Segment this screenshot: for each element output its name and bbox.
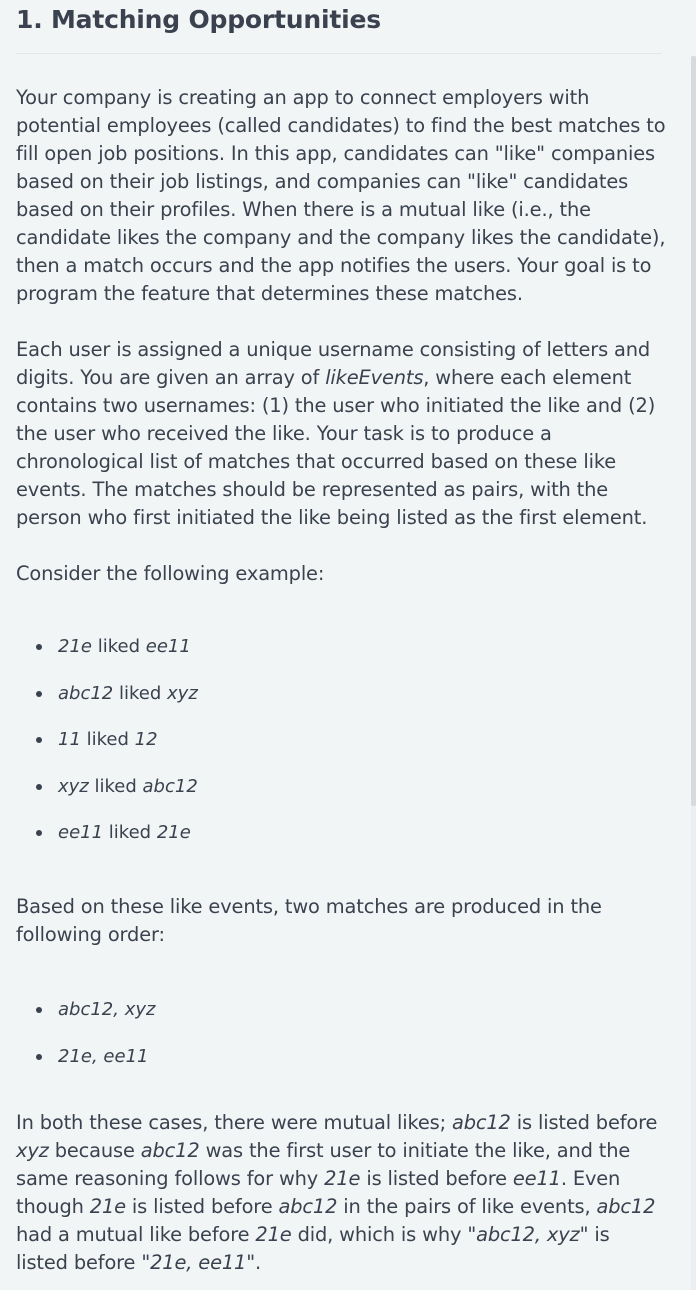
bullet-icon <box>36 737 42 744</box>
intro-paragraph: Your company is creating an app to conne… <box>16 86 666 305</box>
matches-intro: Based on these like events, two matches … <box>16 895 602 947</box>
like-events-list: 21e liked ee11 abc12 liked xyz 11 liked … <box>16 634 666 845</box>
list-item: ee11 liked 21e <box>16 820 666 845</box>
list-item: 21e liked ee11 <box>16 634 666 659</box>
page-title: 1. Matching Opportunities <box>16 5 381 34</box>
scrollbar-thumb[interactable] <box>691 56 696 806</box>
bullet-icon <box>36 644 42 650</box>
paragraph-text: , where each element contains two userna… <box>16 366 656 529</box>
list-item: xyz liked abc12 <box>16 774 666 799</box>
explanation-paragraph: In both these cases, there were mutual l… <box>16 1110 658 1274</box>
example-intro: Consider the following example: <box>16 562 325 585</box>
list-item: abc12, xyz <box>16 997 666 1022</box>
bullet-icon <box>36 1007 42 1014</box>
bullet-icon <box>36 1053 42 1060</box>
title-divider <box>16 53 662 54</box>
matches-list: abc12, xyz 21e, ee11 <box>16 997 666 1069</box>
like-events-term: likeEvents <box>325 366 424 389</box>
problem-statement: 1. Matching Opportunities Your company i… <box>16 0 666 1277</box>
input-description-paragraph: Each user is assigned a unique username … <box>16 336 666 532</box>
bullet-icon <box>36 783 42 790</box>
list-item: 21e, ee11 <box>16 1044 666 1069</box>
bullet-icon <box>36 830 42 837</box>
list-item: abc12 liked xyz <box>16 681 666 706</box>
list-item: 11 liked 12 <box>16 727 666 752</box>
bullet-icon <box>36 690 42 697</box>
